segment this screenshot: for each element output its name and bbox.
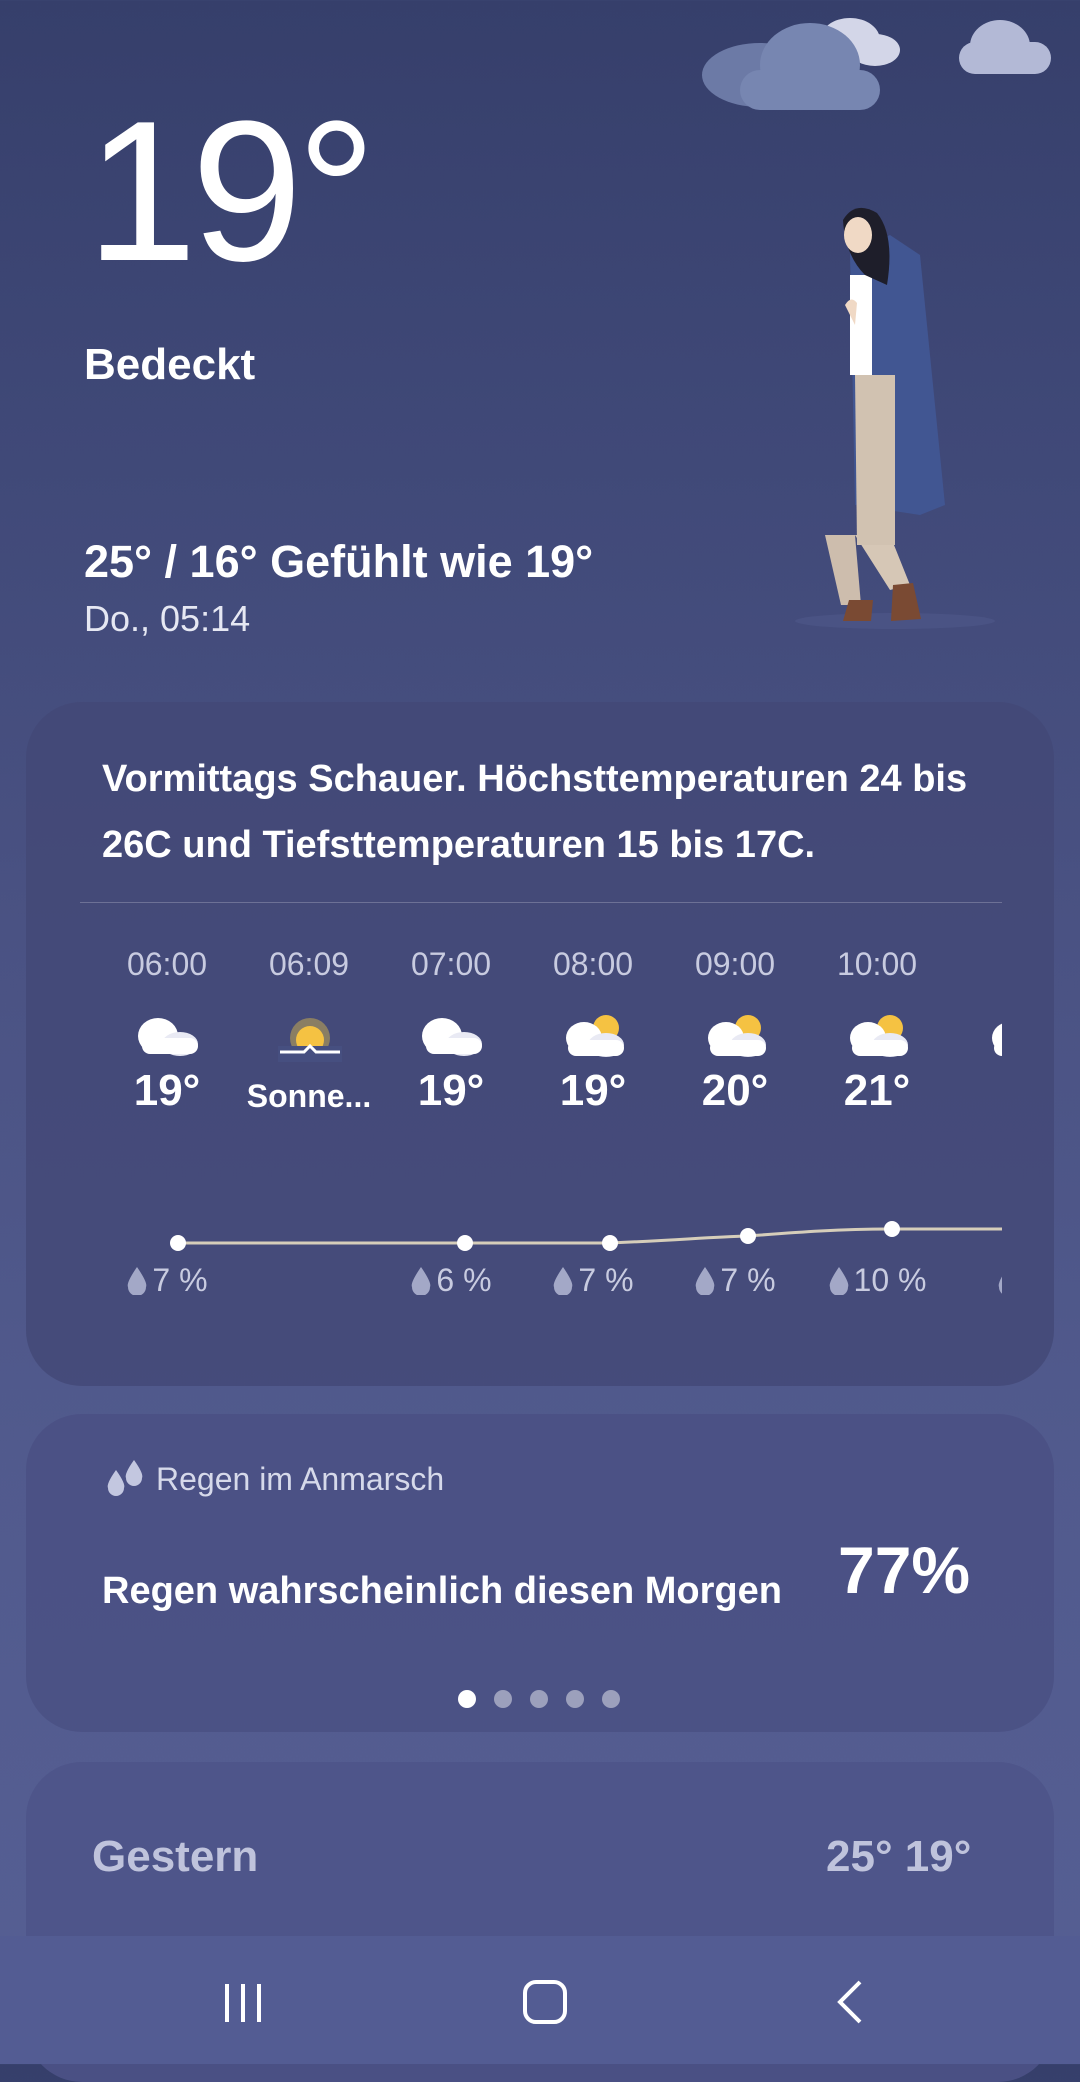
high-low-feels-like: 25° / 16° Gefühlt wie 19° (84, 536, 594, 587)
forecast-summary: Vormittags Schauer. Höchsttemperaturen 2… (102, 758, 968, 866)
page-dot (458, 1690, 476, 1708)
page-indicator (458, 1690, 638, 1713)
page-dot (494, 1690, 512, 1708)
page-dot (602, 1690, 620, 1708)
date-time: Do., 05:14 (84, 598, 251, 639)
home-icon[interactable] (515, 1974, 575, 2030)
hourly-forecast-card[interactable]: Vormittags Schauer. Höchsttemperaturen 2… (26, 702, 1054, 1386)
small-cloud-icon (959, 20, 1051, 74)
temperature-trend-line (170, 1221, 1002, 1251)
rain-alert-text: Regen wahrscheinlich diesen Morgen (102, 1570, 782, 1612)
yesterday-temperatures: 25° 19° (826, 1832, 972, 1881)
raindrops-icon (107, 1460, 143, 1496)
system-navigation-bar (0, 1936, 1080, 2064)
yesterday-label: Gestern (92, 1832, 259, 1881)
person-illustration (795, 207, 995, 629)
cloud-decoration-icon (702, 18, 900, 110)
page-dot (566, 1690, 584, 1708)
current-temperature: 19° (86, 80, 376, 303)
rain-alert-header: Regen im Anmarsch (104, 1458, 444, 1498)
hourly-forecast-scroller[interactable]: 06:00 19° 7 % 06:09 Sonne... 07:00 19° 6… (80, 902, 1002, 1386)
back-icon[interactable] (820, 1974, 880, 2030)
rain-alert-card[interactable]: Regen im Anmarsch Regen wahrscheinlich d… (26, 1414, 1054, 1732)
current-condition: Bedeckt (84, 340, 256, 389)
recents-icon[interactable] (213, 1974, 273, 2030)
rain-probability: 77% (838, 1533, 971, 1607)
page-dot (530, 1690, 548, 1708)
